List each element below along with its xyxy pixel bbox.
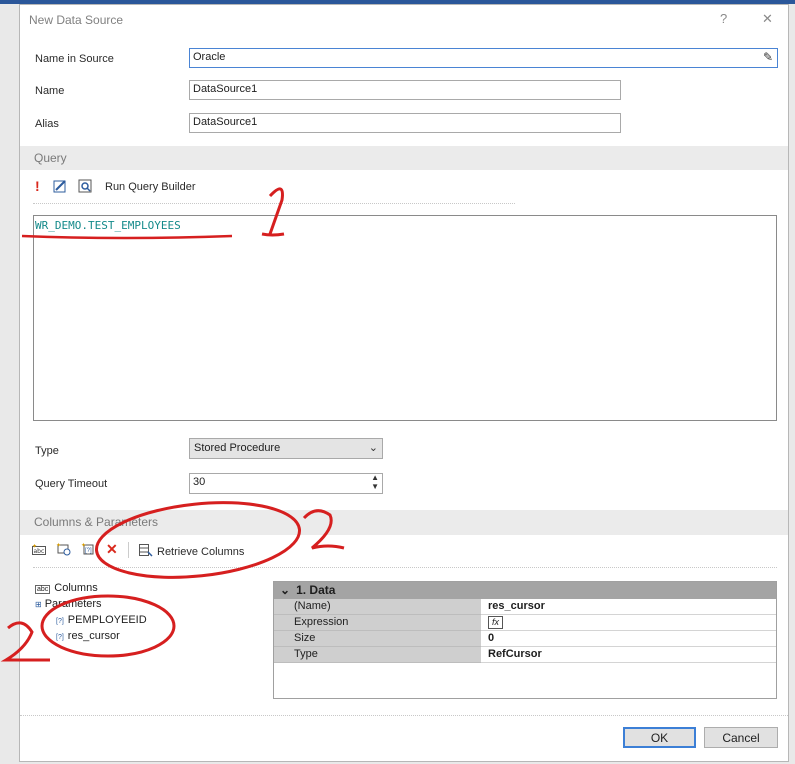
property-row[interactable]: (Name) res_cursor: [274, 599, 776, 615]
name-label: Name: [35, 85, 65, 97]
property-row[interactable]: Size 0: [274, 631, 776, 647]
property-value: 0: [481, 631, 776, 647]
tree-columns-node[interactable]: abc Columns: [35, 582, 98, 594]
type-label: Type: [35, 445, 59, 457]
parameter-icon: [?]: [56, 618, 64, 625]
tree-param-res-cursor[interactable]: [?] res_cursor: [56, 630, 120, 642]
tree-parameters-label: Parameters: [44, 598, 102, 610]
query-timeout-label: Query Timeout: [35, 478, 108, 490]
property-name: Size: [274, 631, 481, 647]
svg-text:[?]: [?]: [85, 548, 92, 554]
parameters-icon: ⊞: [35, 600, 42, 609]
columns-toolbar-divider: [33, 567, 777, 568]
svg-text:✦: ✦: [56, 542, 61, 549]
name-value: DataSource1: [193, 83, 258, 95]
name-in-source-label: Name in Source: [35, 53, 114, 65]
alias-label: Alias: [35, 118, 59, 130]
footer-divider: [20, 715, 788, 716]
category-label: 1. Data: [296, 583, 336, 597]
tree-columns-label: Columns: [54, 582, 98, 594]
chevron-down-icon: ⌄: [280, 583, 291, 597]
retrieve-columns-icon[interactable]: [139, 544, 153, 560]
add-calculated-column-icon[interactable]: ✦: [56, 542, 72, 559]
query-text-editor[interactable]: WR_DEMO.TEST_EMPLOYEES: [33, 215, 777, 421]
property-grid-category[interactable]: ⌄ 1. Data: [274, 582, 776, 599]
svg-text:✦: ✦: [32, 544, 37, 550]
tree-param-pemployeeid[interactable]: [?] PEMPLOYEEID: [56, 614, 147, 626]
type-select[interactable]: Stored Procedure ⌄: [189, 438, 383, 459]
run-query-builder-button[interactable]: Run Query Builder: [105, 181, 196, 193]
type-select-value: Stored Procedure: [194, 442, 281, 454]
property-value: fx: [481, 615, 776, 631]
ok-button[interactable]: OK: [623, 727, 696, 748]
svg-text:✦: ✦: [81, 542, 86, 549]
property-name: (Name): [274, 599, 481, 615]
dialog-title: New Data Source: [29, 13, 124, 27]
alias-value: DataSource1: [193, 116, 258, 128]
delete-icon[interactable]: ✕: [106, 542, 118, 556]
name-in-source-value: Oracle: [193, 51, 226, 63]
property-value: res_cursor: [481, 599, 776, 615]
pencil-icon[interactable]: ✎: [763, 50, 773, 64]
columns-icon: abc: [35, 585, 51, 594]
property-row[interactable]: Expression fx: [274, 615, 776, 631]
new-data-source-dialog: New Data Source ? ✕ Name in Source Oracl…: [19, 4, 789, 762]
help-button[interactable]: ?: [720, 11, 727, 26]
query-builder-icon[interactable]: [78, 179, 92, 196]
tree-param-label: res_cursor: [67, 630, 120, 642]
tree-param-label: PEMPLOYEEID: [67, 614, 147, 626]
cancel-button[interactable]: Cancel: [704, 727, 778, 748]
property-name: Type: [274, 647, 481, 663]
add-column-icon[interactable]: abc ✦: [32, 543, 46, 559]
chevron-down-icon: ⌄: [368, 442, 378, 454]
edit-icon[interactable]: [53, 179, 67, 196]
toolbar-separator: [128, 542, 129, 558]
toolbar-divider: [33, 203, 515, 204]
property-grid: ⌄ 1. Data (Name) res_cursor Expression fx…: [273, 581, 777, 699]
spinner-arrows-icon[interactable]: ▲ ▼: [371, 474, 379, 491]
close-button[interactable]: ✕: [762, 11, 773, 27]
name-field[interactable]: DataSource1: [189, 80, 621, 100]
query-timeout-value: 30: [193, 476, 206, 488]
retrieve-columns-button[interactable]: Retrieve Columns: [157, 546, 244, 558]
columns-parameters-section-header: Columns & Parameters: [20, 510, 788, 535]
expression-fx-icon[interactable]: fx: [488, 616, 504, 629]
property-name: Expression: [274, 615, 481, 631]
tree-parameters-node[interactable]: ⊞ Parameters: [35, 598, 102, 610]
query-text: WR_DEMO.TEST_EMPLOYEES: [35, 219, 181, 232]
property-value: RefCursor: [481, 647, 776, 663]
query-timeout-stepper[interactable]: 30 ▲ ▼: [189, 473, 383, 494]
parameter-icon: [?]: [56, 634, 64, 641]
property-row[interactable]: Type RefCursor: [274, 647, 776, 663]
exclamation-icon[interactable]: !: [35, 179, 40, 193]
name-in-source-field[interactable]: Oracle ✎: [189, 48, 778, 68]
alias-field[interactable]: DataSource1: [189, 113, 621, 133]
add-parameter-icon[interactable]: [?] ✦: [81, 542, 97, 559]
query-section-header: Query: [20, 146, 788, 170]
